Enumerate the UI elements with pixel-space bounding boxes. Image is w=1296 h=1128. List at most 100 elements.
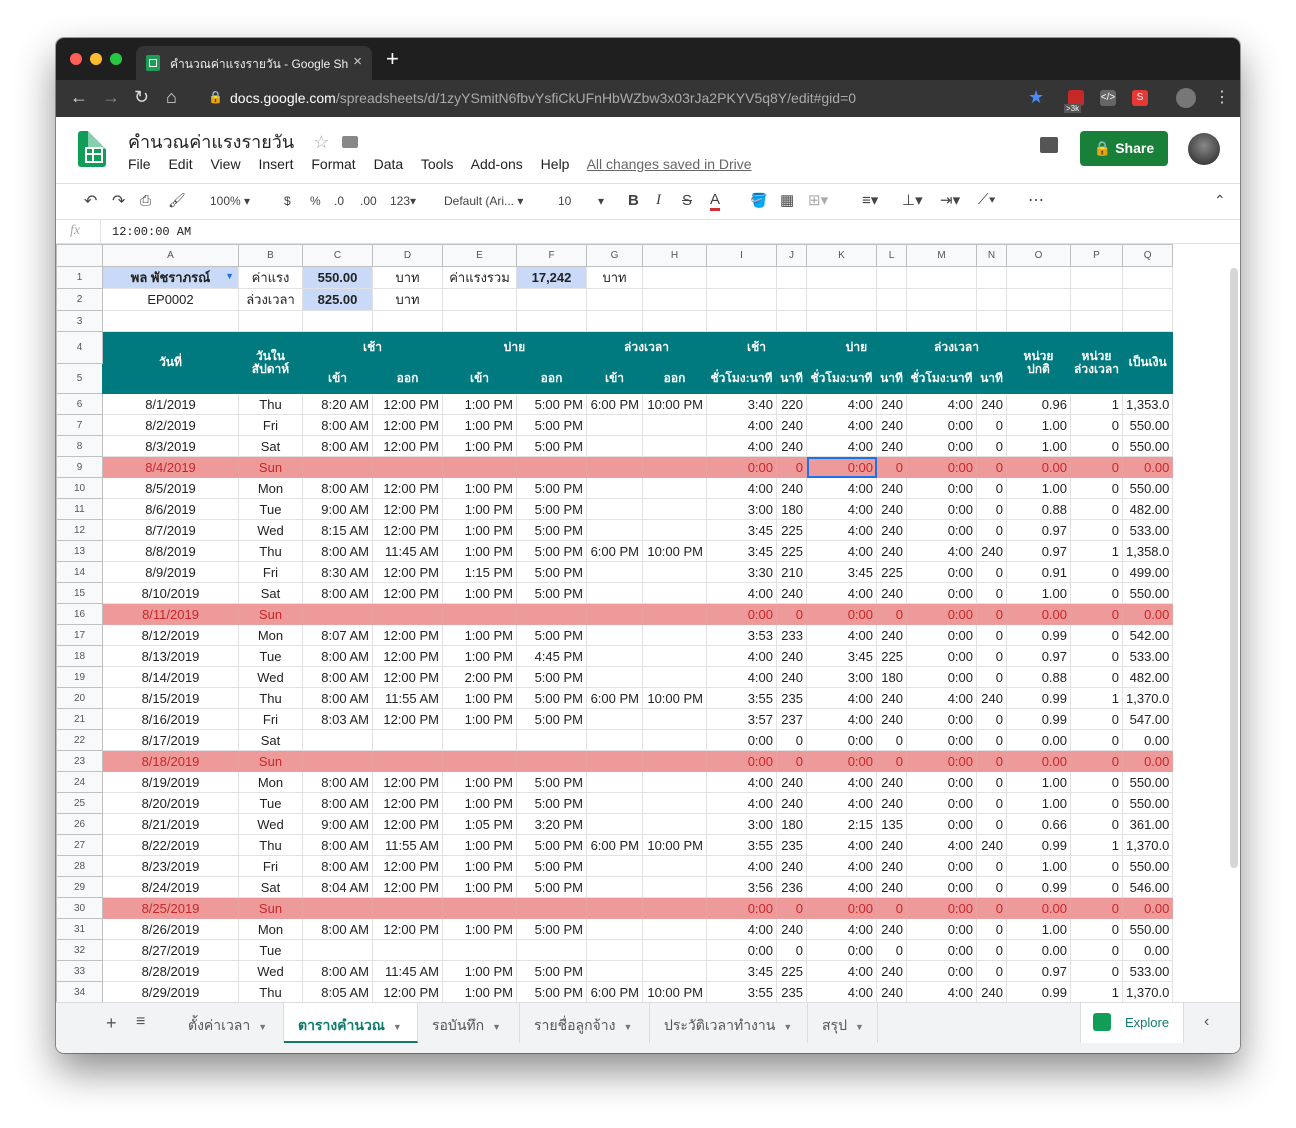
cell[interactable]: 0:00 [806, 729, 877, 751]
cell[interactable] [706, 266, 777, 289]
cell[interactable] [876, 288, 907, 311]
cell[interactable]: 0:00 [706, 897, 777, 919]
cell[interactable]: 1.00 [1006, 582, 1071, 604]
cell[interactable]: 1:00 PM [442, 918, 517, 940]
cell[interactable]: 8/8/2019 [102, 540, 239, 562]
cell[interactable] [586, 813, 643, 835]
cell[interactable]: 0 [1070, 729, 1123, 751]
cell[interactable]: 1.00 [1006, 771, 1071, 793]
header-cell[interactable]: นาที [876, 363, 907, 394]
row-header[interactable]: 34 [56, 981, 103, 1002]
cell[interactable]: 0 [1070, 750, 1123, 772]
cell[interactable]: 3:45 [706, 960, 777, 982]
column-header[interactable]: L [876, 244, 907, 267]
cell[interactable]: 8/20/2019 [102, 792, 239, 814]
cell[interactable]: 0 [1070, 813, 1123, 835]
sheets-logo-icon[interactable] [78, 131, 106, 167]
cell[interactable]: 8/7/2019 [102, 519, 239, 541]
cell[interactable] [776, 288, 807, 311]
formula-input[interactable]: 12:00:00 AM [112, 225, 191, 239]
cell[interactable]: 10:00 PM [642, 981, 707, 1002]
folder-icon[interactable] [342, 136, 359, 148]
cell[interactable]: 0 [976, 729, 1007, 751]
cell[interactable]: 17,242 [516, 266, 587, 289]
menu-format[interactable]: Format [311, 156, 355, 172]
menu-data[interactable]: Data [374, 156, 404, 172]
cell[interactable]: 5:00 PM [516, 708, 587, 730]
cell[interactable] [516, 939, 587, 961]
cell[interactable] [642, 414, 707, 436]
cell[interactable]: 0:00 [906, 708, 977, 730]
cell[interactable]: 0 [976, 456, 1007, 478]
column-header[interactable]: I [706, 244, 777, 267]
cell[interactable]: 6:00 PM [586, 540, 643, 562]
cell[interactable]: 0:00 [906, 435, 977, 457]
cell[interactable]: 8:00 AM [302, 771, 373, 793]
cell[interactable]: 8/15/2019 [102, 687, 239, 709]
cell[interactable]: 240 [976, 834, 1007, 856]
cell[interactable]: 8/4/2019 [102, 456, 239, 478]
cell[interactable]: 550.00 [1121, 771, 1174, 793]
cell[interactable]: 4:00 [806, 624, 877, 646]
cell[interactable]: 550.00 [1121, 435, 1174, 457]
cell[interactable]: 5:00 PM [516, 540, 587, 562]
browser-menu-icon[interactable]: ⋮ [1214, 87, 1230, 107]
cell[interactable]: 0:00 [906, 729, 977, 751]
cell[interactable]: 0.97 [1006, 540, 1071, 562]
close-window-button[interactable] [70, 53, 82, 65]
cell[interactable]: 1 [1070, 393, 1123, 415]
cell[interactable]: 8/21/2019 [102, 813, 239, 835]
cell[interactable]: 0 [1070, 645, 1123, 667]
cell[interactable]: 8:00 AM [302, 477, 373, 499]
cell[interactable]: 0 [976, 876, 1007, 898]
cell[interactable]: 240 [876, 582, 907, 604]
cell[interactable]: Fri [238, 414, 303, 436]
cell[interactable]: 1:00 PM [442, 981, 517, 1002]
cell[interactable]: 240 [876, 414, 907, 436]
cell[interactable]: 0 [976, 435, 1007, 457]
row-header[interactable]: 22 [56, 729, 103, 751]
cell[interactable]: 4:00 [806, 540, 877, 562]
cell[interactable]: 1 [1070, 834, 1123, 856]
cell[interactable]: Thu [238, 981, 303, 1002]
cell[interactable]: 4:00 [806, 498, 877, 520]
cell[interactable]: 0.88 [1006, 498, 1071, 520]
cell[interactable] [642, 897, 707, 919]
row-header[interactable]: 9 [56, 456, 103, 478]
column-header[interactable]: O [1006, 244, 1071, 267]
header-cell[interactable]: เข้า [302, 363, 373, 394]
bold-button[interactable]: B [628, 192, 639, 209]
header-cell[interactable]: บ่าย [806, 331, 907, 364]
star-icon[interactable]: ☆ [313, 132, 329, 152]
cell[interactable]: 533.00 [1121, 519, 1174, 541]
row-header[interactable]: 29 [56, 876, 103, 898]
cell[interactable]: 236 [776, 876, 807, 898]
row-header[interactable]: 25 [56, 792, 103, 814]
cell[interactable]: 12:00 PM [372, 645, 443, 667]
cell[interactable]: 0.00 [1006, 729, 1071, 751]
cell[interactable] [516, 729, 587, 751]
cell[interactable]: 482.00 [1121, 498, 1174, 520]
cell[interactable]: 361.00 [1121, 813, 1174, 835]
spreadsheet-grid[interactable]: A B C D E F G H I J K L M N O P Q 1 พล พัชราภรณ์ ▼ ค่าแรง 550… [56, 244, 1240, 1002]
cell[interactable]: 3:45 [806, 645, 877, 667]
row-header[interactable]: 20 [56, 687, 103, 709]
cell[interactable] [442, 750, 517, 772]
row-header[interactable]: 30 [56, 897, 103, 919]
cell[interactable]: 240 [776, 435, 807, 457]
cell[interactable]: 240 [976, 393, 1007, 415]
cell[interactable]: 233 [776, 624, 807, 646]
cell[interactable] [806, 288, 877, 311]
cell[interactable]: 240 [876, 960, 907, 982]
row-header[interactable]: 19 [56, 666, 103, 688]
cell[interactable]: 8:00 AM [302, 666, 373, 688]
cell[interactable]: 0.00 [1006, 750, 1071, 772]
cell[interactable]: Thu [238, 393, 303, 415]
cell[interactable]: 0:00 [806, 897, 877, 919]
cell[interactable] [516, 603, 587, 625]
cell[interactable] [442, 729, 517, 751]
cell[interactable]: 5:00 PM [516, 666, 587, 688]
cell[interactable] [372, 897, 443, 919]
cell[interactable]: EP0002 [102, 288, 239, 311]
cell[interactable]: 8/10/2019 [102, 582, 239, 604]
